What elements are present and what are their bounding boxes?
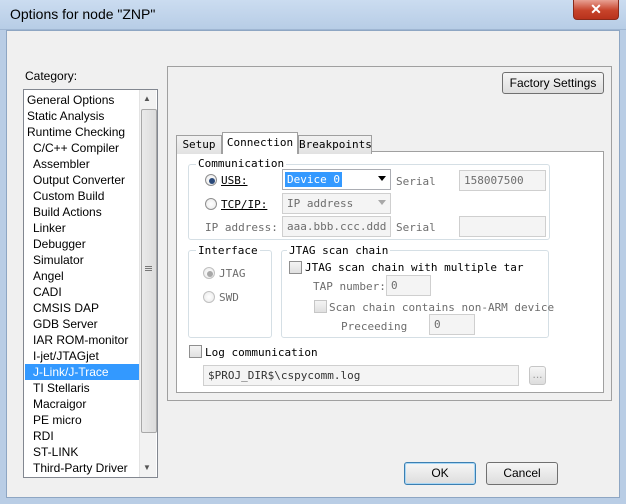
ok-button[interactable]: OK — [404, 462, 476, 485]
category-item[interactable]: RDI — [25, 428, 148, 444]
category-item[interactable]: TI Stellaris — [25, 380, 148, 396]
tab-connection[interactable]: Connection — [222, 132, 298, 154]
usb-radio[interactable] — [205, 174, 217, 186]
swd-radio[interactable] — [203, 291, 215, 303]
category-scrollbar[interactable]: ▲ ▼ — [139, 90, 157, 477]
category-item[interactable]: GDB Server — [25, 316, 148, 332]
preceeding-field[interactable]: 0 — [429, 314, 475, 335]
category-item[interactable]: Third-Party Driver — [25, 460, 148, 476]
category-item[interactable]: Custom Build — [25, 188, 148, 204]
close-button[interactable]: ✕ — [573, 0, 619, 20]
chevron-down-icon — [378, 176, 386, 181]
scroll-down-icon[interactable]: ▼ — [143, 463, 151, 472]
category-item[interactable]: Linker — [25, 220, 148, 236]
category-item[interactable]: Angel — [25, 268, 148, 284]
tap-number-field[interactable]: 0 — [386, 275, 431, 296]
category-item[interactable]: IAR ROM-monitor — [25, 332, 148, 348]
category-item[interactable]: CMSIS DAP — [25, 300, 148, 316]
category-item[interactable]: I-jet/JTAGjet — [25, 348, 148, 364]
close-icon: ✕ — [590, 1, 602, 17]
cancel-button[interactable]: Cancel — [486, 462, 558, 485]
category-item[interactable]: Runtime Checking — [25, 124, 142, 140]
serial-label: Serial — [396, 175, 436, 188]
log-communication-label: Log communication — [205, 346, 318, 359]
category-list[interactable]: General Options Static Analysis Runtime Ch… — [23, 89, 158, 478]
chevron-down-icon — [378, 200, 386, 205]
log-path-field[interactable]: $PROJ_DIR$\cspycomm.log — [203, 365, 519, 386]
scroll-up-icon[interactable]: ▲ — [143, 94, 151, 103]
usb-device-select[interactable]: Device 0 — [282, 169, 391, 190]
serial2-label: Serial — [396, 221, 436, 234]
tcpip-radio[interactable] — [205, 198, 217, 210]
category-item[interactable]: Macraigor — [25, 396, 148, 412]
interface-label: Interface — [196, 244, 260, 257]
jtag-scan-chain-label: JTAG scan chain — [287, 244, 391, 257]
usb-label: USB: — [221, 174, 248, 187]
non-arm-label: Scan chain contains non-ARM device — [329, 301, 555, 314]
tcpip-mode-select[interactable]: IP address — [282, 193, 391, 214]
category-item[interactable]: ST-LINK — [25, 444, 148, 460]
category-item[interactable]: C/C++ Compiler — [25, 140, 148, 156]
window-title: Options for node "ZNP" — [10, 6, 156, 22]
tap-number-label: TAP number: — [313, 280, 386, 293]
jtag-radio[interactable] — [203, 267, 215, 279]
ip-address-field[interactable]: aaa.bbb.ccc.ddd — [282, 216, 391, 237]
category-label: Category: — [25, 69, 78, 83]
category-item[interactable]: J-Link/J-Trace — [25, 364, 148, 380]
category-item[interactable]: General Options — [25, 92, 142, 108]
scrollbar-thumb[interactable] — [141, 109, 157, 433]
log-communication-checkbox[interactable] — [189, 345, 202, 358]
factory-settings-button[interactable]: Factory Settings — [502, 72, 604, 94]
jtag-multiple-label: JTAG scan chain with multiple tar — [305, 261, 524, 274]
tab-breakpoints[interactable]: Breakpoints — [298, 135, 372, 154]
serial2-field[interactable] — [459, 216, 546, 237]
non-arm-checkbox[interactable] — [314, 300, 327, 313]
category-item[interactable]: Output Converter — [25, 172, 148, 188]
serial-field[interactable]: 158007500 — [459, 170, 546, 191]
preceeding-label: Preceeding — [341, 320, 408, 333]
category-item[interactable]: Assembler — [25, 156, 148, 172]
communication-label: Communication — [196, 157, 287, 170]
category-item[interactable]: CADI — [25, 284, 148, 300]
tcpip-mode-value: IP address — [287, 197, 354, 210]
category-item[interactable]: Debugger — [25, 236, 148, 252]
jtag-label: JTAG — [219, 267, 246, 280]
category-item[interactable]: Simulator — [25, 252, 148, 268]
jtag-multiple-checkbox[interactable] — [289, 261, 302, 274]
category-item[interactable]: Static Analysis — [25, 108, 142, 124]
swd-label: SWD — [219, 291, 239, 304]
tab-setup[interactable]: Setup — [176, 135, 222, 154]
ip-address-label: IP address: — [205, 221, 278, 234]
category-item[interactable]: Build Actions — [25, 204, 148, 220]
category-item[interactable]: PE micro — [25, 412, 148, 428]
tcpip-label: TCP/IP: — [221, 198, 268, 211]
browse-button[interactable]: ... — [529, 366, 546, 385]
usb-device-value: Device 0 — [285, 172, 342, 187]
